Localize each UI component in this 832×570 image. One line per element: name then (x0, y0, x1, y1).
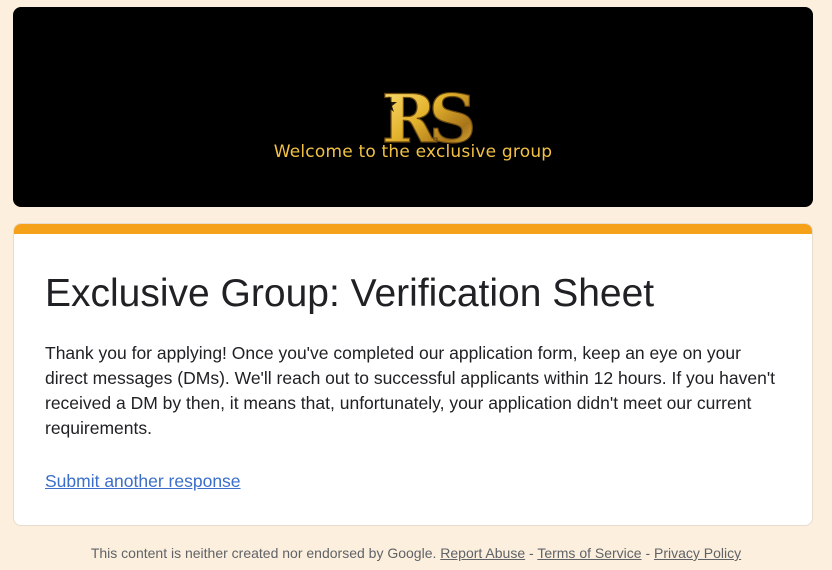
terms-of-service-link[interactable]: Terms of Service (537, 545, 641, 561)
submit-another-response-link[interactable]: Submit another response (45, 471, 241, 492)
svg-text:RS: RS (382, 80, 473, 150)
banner-tagline: Welcome to the exclusive group (273, 142, 553, 162)
footer: This content is neither created nor endo… (0, 545, 832, 561)
privacy-policy-link[interactable]: Privacy Policy (654, 545, 741, 561)
footer-disclaimer: This content is neither created nor endo… (90, 545, 437, 561)
form-title: Exclusive Group: Verification Sheet (45, 272, 655, 315)
confirmation-card: Exclusive Group: Verification Sheet Than… (13, 223, 813, 526)
header-banner: RS Welcome to the exclusive group (13, 7, 813, 207)
rs-logo: RS (381, 79, 475, 150)
footer-separator: - (525, 545, 538, 561)
report-abuse-link[interactable]: Report Abuse (440, 545, 525, 561)
card-accent-bar (14, 224, 812, 234)
confirmation-message: Thank you for applying! Once you've comp… (45, 343, 776, 438)
footer-separator: - (641, 545, 655, 561)
